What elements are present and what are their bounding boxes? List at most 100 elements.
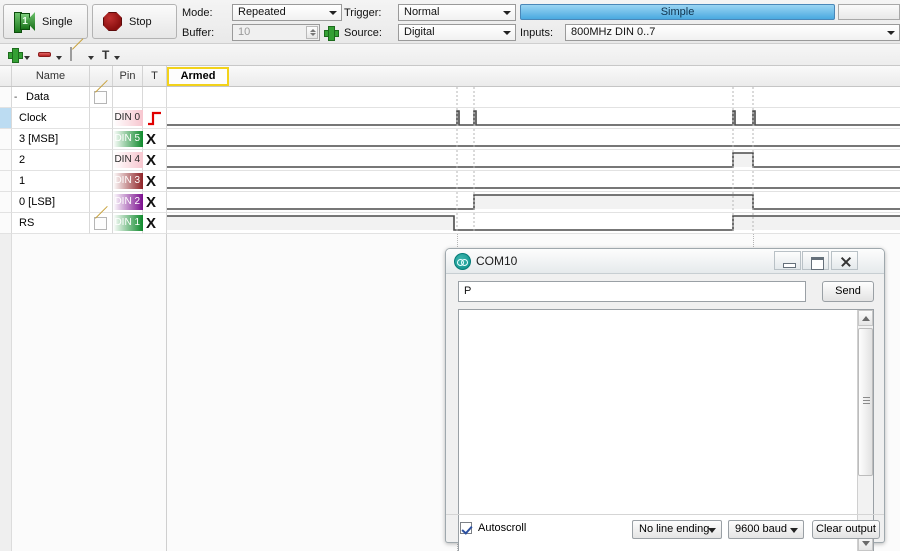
waveform-cell[interactable]: [167, 192, 900, 213]
trigger-value: Normal: [404, 6, 440, 18]
simple-label: Simple: [660, 6, 695, 18]
trigger-none-icon[interactable]: X: [146, 215, 156, 232]
workspace-gutter: [0, 234, 12, 551]
maximize-button[interactable]: [802, 251, 829, 270]
waveform-cell[interactable]: [167, 171, 900, 192]
channel-name-cell[interactable]: Clock: [12, 108, 90, 129]
channel-name-cell[interactable]: 3 [MSB]: [12, 129, 90, 150]
source-value: Digital: [404, 26, 435, 38]
waveform-cell[interactable]: [167, 87, 900, 108]
channel-options-cell[interactable]: [90, 87, 113, 108]
row-select-handle[interactable]: [0, 129, 12, 150]
measure-icon[interactable]: [70, 47, 72, 61]
row-select-handle[interactable]: [0, 87, 12, 108]
row-select-handle[interactable]: [0, 150, 12, 171]
row-select-handle[interactable]: [0, 192, 12, 213]
stop-button-label: Stop: [129, 15, 152, 28]
autoscroll-checkbox[interactable]: [460, 522, 472, 534]
mode-select[interactable]: Repeated: [232, 4, 342, 21]
line-ending-select[interactable]: No line ending: [632, 520, 722, 539]
add-channel-icon[interactable]: [8, 48, 23, 63]
armed-status-badge[interactable]: Armed: [167, 67, 229, 86]
channel-trigger-cell[interactable]: X: [143, 192, 167, 213]
trigger-none-icon[interactable]: X: [146, 194, 156, 211]
add-input-icon[interactable]: [324, 26, 339, 41]
channel-pin-cell[interactable]: DIN 0: [113, 108, 143, 129]
send-button[interactable]: Send: [822, 281, 874, 302]
serial-monitor-titlebar[interactable]: COM10: [446, 249, 884, 274]
channel-options-cell[interactable]: [90, 108, 113, 129]
waveform-cell[interactable]: [167, 129, 900, 150]
channel-name-cell[interactable]: - Data: [12, 87, 90, 108]
trigger-none-icon[interactable]: X: [146, 131, 156, 148]
measure-dropdown-icon[interactable]: [88, 56, 94, 60]
console-scrollbar-thumb[interactable]: [858, 328, 873, 476]
waveform-cell[interactable]: [167, 150, 900, 171]
simple-tab-button[interactable]: Simple: [520, 4, 835, 20]
group-expander-icon[interactable]: -: [14, 93, 17, 103]
channel-pin-cell[interactable]: DIN 5: [113, 129, 143, 150]
channel-pin-cell[interactable]: DIN 2: [113, 192, 143, 213]
baud-rate-select[interactable]: 9600 baud: [728, 520, 804, 539]
channel-trigger-cell[interactable]: X: [143, 171, 167, 192]
channel-options-cell[interactable]: [90, 171, 113, 192]
channel-trigger-cell[interactable]: X: [143, 213, 167, 234]
channel-pin-cell[interactable]: DIN 1: [113, 213, 143, 234]
source-select[interactable]: Digital: [398, 24, 516, 41]
row-select-handle[interactable]: [0, 108, 12, 129]
waveform-cell[interactable]: [167, 108, 900, 129]
channel-name-cell[interactable]: 2: [12, 150, 90, 171]
channel-trigger-cell[interactable]: [143, 108, 167, 129]
single-capture-button[interactable]: 1 Single: [3, 4, 88, 39]
waveform-trace: [167, 192, 900, 212]
row-select-handle[interactable]: [0, 171, 12, 192]
trigger-select[interactable]: Normal: [398, 4, 516, 21]
channel-pin-cell[interactable]: [113, 87, 143, 108]
channel-name-cell[interactable]: RS: [12, 213, 90, 234]
row-select-handle[interactable]: [0, 213, 12, 234]
extra-tab-button[interactable]: [838, 4, 900, 20]
spinner-arrows-icon[interactable]: [306, 26, 318, 39]
rising-edge-icon[interactable]: [147, 111, 162, 126]
close-button[interactable]: [831, 251, 858, 270]
add-channel-dropdown-icon[interactable]: [24, 56, 30, 60]
buffer-stepper[interactable]: 10: [232, 24, 320, 41]
table-row[interactable]: 0 [LSB] DIN 2X: [0, 192, 900, 213]
remove-channel-icon[interactable]: [38, 52, 51, 57]
channel-options-cell[interactable]: [90, 129, 113, 150]
channel-pin-cell[interactable]: DIN 4: [113, 150, 143, 171]
minimize-button[interactable]: [774, 251, 801, 270]
diagonal-line-icon[interactable]: [94, 217, 107, 230]
channel-trigger-cell[interactable]: X: [143, 129, 167, 150]
table-row[interactable]: 3 [MSB] DIN 5X: [0, 129, 900, 150]
table-row[interactable]: 2 DIN 4X: [0, 150, 900, 171]
scroll-up-button[interactable]: [858, 310, 873, 326]
stop-icon: [103, 12, 122, 31]
channel-options-cell[interactable]: [90, 213, 113, 234]
trigger-none-icon[interactable]: X: [146, 173, 156, 190]
diagonal-line-icon[interactable]: [94, 91, 107, 104]
table-row[interactable]: Clock DIN 0: [0, 108, 900, 129]
inputs-select[interactable]: 800MHz DIN 0..7: [565, 24, 900, 41]
chevron-down-icon: [708, 528, 716, 533]
table-row[interactable]: RS DIN 1X: [0, 213, 900, 234]
channel-name-cell[interactable]: 0 [LSB]: [12, 192, 90, 213]
channel-name-label: Data: [26, 91, 50, 103]
channel-options-cell[interactable]: [90, 150, 113, 171]
channel-name-cell[interactable]: 1: [12, 171, 90, 192]
waveform-cell[interactable]: [167, 213, 900, 234]
serial-send-input[interactable]: P: [458, 281, 806, 302]
text-dropdown-icon[interactable]: [114, 56, 120, 60]
table-row[interactable]: 1 DIN 3X: [0, 171, 900, 192]
remove-channel-dropdown-icon[interactable]: [56, 56, 62, 60]
channel-trigger-cell[interactable]: [143, 87, 167, 108]
channel-name-label: RS: [19, 217, 35, 229]
table-row[interactable]: - Data: [0, 87, 900, 108]
channel-trigger-cell[interactable]: X: [143, 150, 167, 171]
clear-output-button[interactable]: Clear output: [812, 520, 880, 539]
trigger-none-icon[interactable]: X: [146, 152, 156, 169]
text-annotation-icon[interactable]: T: [102, 49, 109, 61]
single-icon: 1: [14, 12, 35, 33]
channel-pin-cell[interactable]: DIN 3: [113, 171, 143, 192]
stop-button[interactable]: Stop: [92, 4, 177, 39]
